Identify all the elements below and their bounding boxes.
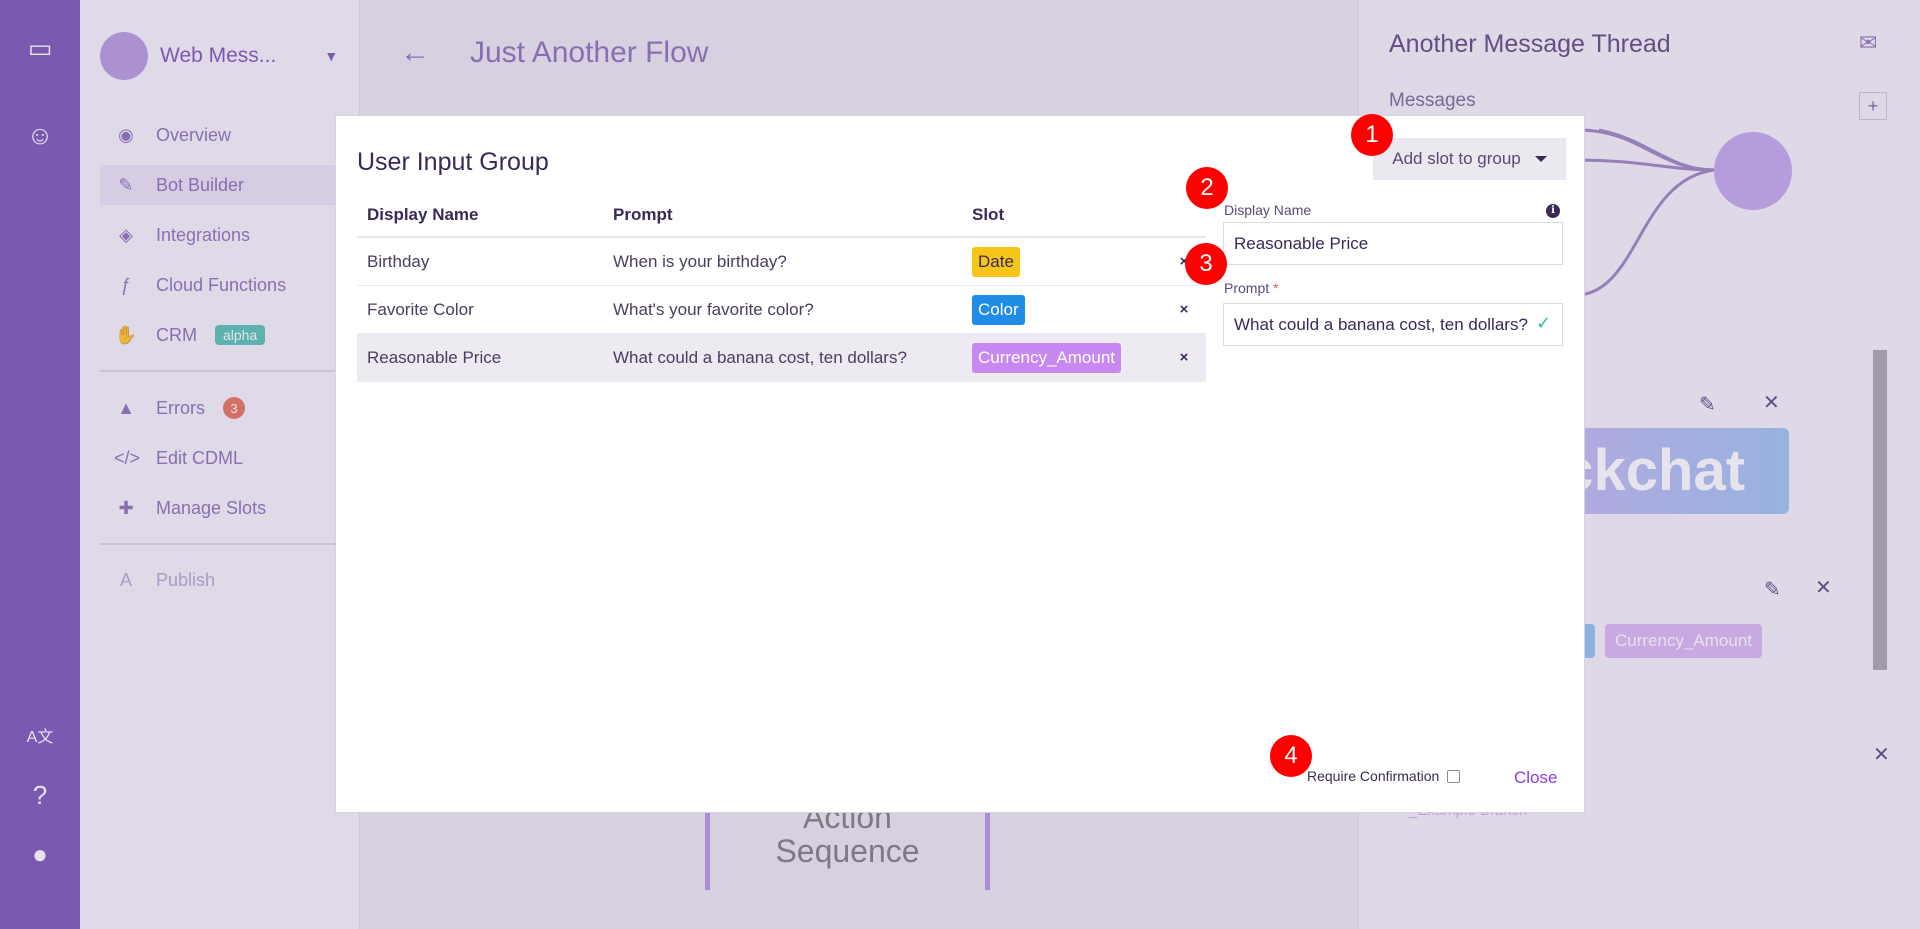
close-button[interactable]: Close — [1514, 768, 1557, 788]
prompt-label-text: Prompt — [1224, 280, 1270, 296]
annotation-badge: 3 — [1185, 243, 1227, 285]
user-input-group-modal: User Input Group Add slot to group Displ… — [335, 115, 1585, 813]
require-confirmation-checkbox[interactable] — [1447, 769, 1461, 783]
require-confirmation-label: Require Confirmation — [1307, 768, 1440, 784]
require-confirmation: Require Confirmation — [1307, 768, 1461, 784]
table-header: Display Name Prompt Slot — [357, 194, 1206, 238]
table-row[interactable]: Birthday When is your birthday? Date × — [357, 238, 1206, 286]
column-header-prompt: Prompt — [613, 205, 673, 224]
remove-icon[interactable]: × — [1162, 301, 1206, 318]
remove-icon[interactable]: × — [1162, 349, 1206, 366]
row-prompt: What's your favorite color? — [613, 299, 814, 319]
column-header-slot: Slot — [972, 205, 1005, 224]
table-row[interactable]: Favorite Color What's your favorite colo… — [357, 286, 1206, 334]
row-display-name: Birthday — [367, 251, 430, 271]
row-prompt: What could a banana cost, ten dollars? — [613, 347, 907, 367]
info-icon[interactable]: i — [1546, 204, 1560, 218]
caret-down-icon — [1534, 156, 1547, 162]
slots-table: Display Name Prompt Slot Birthday When i… — [357, 194, 1206, 382]
prompt-label: Prompt * — [1224, 280, 1278, 296]
prompt-input[interactable] — [1223, 303, 1563, 346]
display-name-input[interactable] — [1223, 222, 1563, 265]
annotation-badge: 4 — [1270, 735, 1312, 777]
add-slot-button[interactable]: Add slot to group — [1373, 138, 1566, 180]
slot-tag: Date — [972, 246, 1020, 277]
add-slot-label: Add slot to group — [1392, 149, 1521, 168]
slot-tag: Currency_Amount — [972, 342, 1122, 373]
modal-title: User Input Group — [357, 148, 549, 176]
required-mark: * — [1273, 280, 1279, 296]
slot-tag: Color — [972, 294, 1025, 325]
row-display-name: Reasonable Price — [367, 347, 502, 367]
display-name-label: Display Name — [1224, 202, 1312, 218]
check-icon: ✓ — [1536, 313, 1552, 333]
column-header-display-name: Display Name — [367, 205, 479, 224]
row-display-name: Favorite Color — [367, 299, 474, 319]
annotation-badge: 2 — [1186, 167, 1228, 209]
table-row-selected[interactable]: Reasonable Price What could a banana cos… — [357, 334, 1206, 382]
annotation-badge: 1 — [1351, 114, 1393, 156]
row-prompt: When is your birthday? — [613, 251, 787, 271]
